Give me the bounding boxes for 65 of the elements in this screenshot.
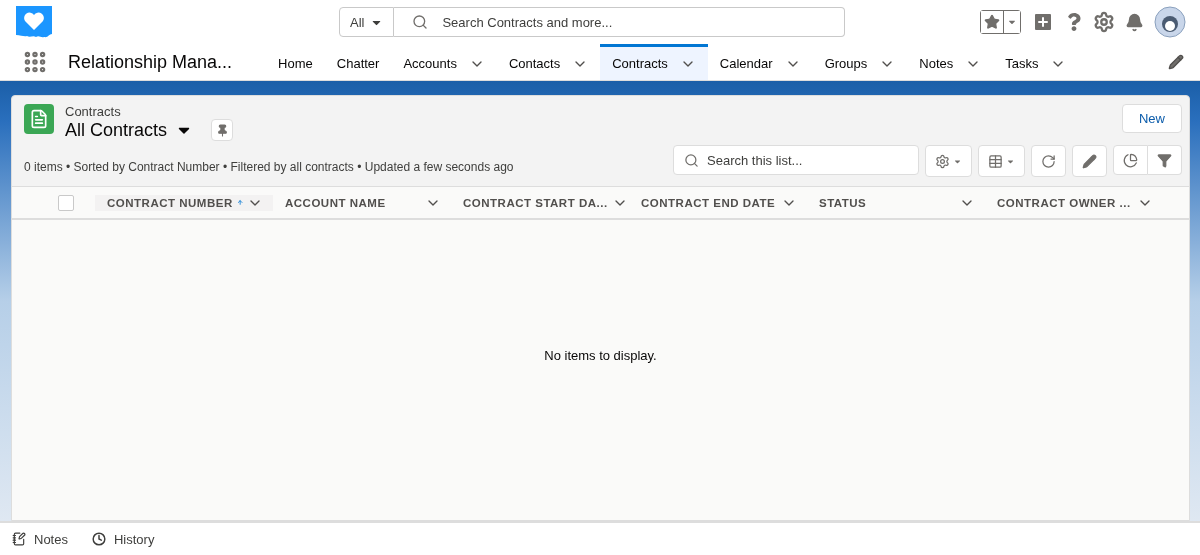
utility-bar-button[interactable]: History [91,531,155,547]
select-all-checkbox[interactable] [57,194,74,211]
user-avatar[interactable] [1154,6,1186,38]
nav-tab[interactable]: Chatter [324,44,392,80]
column-header[interactable]: CONTRACT OWNER ... [985,194,1163,211]
nav-tab[interactable]: Calendar [707,44,813,80]
nav-tab[interactable]: Tasks [993,44,1079,80]
column-header[interactable]: ACCOUNT NAME [273,194,451,211]
object-label: Contracts [65,104,122,119]
display-as-button[interactable] [978,145,1025,177]
nav-tab[interactable]: Accounts [391,44,497,80]
settings-icon[interactable] [1093,11,1115,33]
column-label: ACCOUNT NAME [285,196,386,209]
column-header[interactable]: STATUS [807,194,985,211]
star-icon [984,14,1000,30]
filter-button[interactable] [1148,145,1182,175]
nav-tab[interactable]: Groups [812,44,908,80]
pie-chart-icon [1123,152,1138,168]
column-header[interactable]: CONTRACT NUMBER [95,194,273,211]
filter-icon [1157,152,1172,168]
column-header[interactable]: CONTRACT START DA... [451,194,629,211]
column-label: CONTRACT OWNER ... [997,196,1131,209]
search-scope-dropdown[interactable]: All [339,7,395,37]
column-label: CONTRACT NUMBER [107,196,233,209]
edit-nav-icon[interactable] [1168,54,1184,70]
column-label: CONTRACT END DATE [641,196,776,209]
notifications-bell-icon[interactable] [1125,12,1144,32]
global-search-field[interactable]: Search Contracts and more... [394,7,845,37]
pin-button[interactable] [211,119,234,141]
empty-message: No items to display. [544,347,657,363]
search-input[interactable]: Search Contracts and more... [440,13,844,31]
clock-icon [91,532,106,546]
table-icon [988,153,1003,169]
list-search-field[interactable]: Search this list... [673,145,919,175]
pin-icon [215,123,229,137]
nav-tab[interactable]: Contracts [600,44,708,80]
document-icon [24,104,54,134]
column-label: CONTRACT START DA... [463,196,608,209]
column-header[interactable]: CONTRACT END DATE [629,194,807,211]
utility-label: History [113,531,155,547]
app-name: Relationship Mana... [68,51,233,73]
favorites-menu-button[interactable] [1003,11,1020,33]
nav-tab[interactable]: Home [266,44,325,80]
new-button[interactable]: New [1122,104,1182,133]
list-summary: 0 items • Sorted by Contract Number • Filtered by all contracts • Updated a few seconds ago [24,160,514,174]
pencil-icon [1082,153,1097,169]
notebook-icon [12,532,26,546]
help-icon[interactable] [1065,13,1083,31]
app-launcher-icon[interactable] [22,49,48,75]
charts-button[interactable] [1113,145,1148,175]
favorites-button[interactable] [981,11,1003,33]
search-icon [684,152,699,168]
list-settings-button[interactable] [925,145,972,177]
edit-button[interactable] [1072,145,1107,177]
nav-tab[interactable]: Notes [907,44,994,80]
utility-bar-button[interactable]: Notes [12,531,68,547]
refresh-icon [1041,153,1056,169]
refresh-button[interactable] [1031,145,1066,177]
search-icon [412,14,429,30]
column-label: STATUS [819,196,867,209]
nav-tab[interactable]: Contacts [496,44,601,80]
gear-icon [935,153,950,169]
app-logo[interactable] [14,4,54,40]
list-view-title: All Contracts [65,119,168,141]
utility-label: Notes [34,531,68,547]
